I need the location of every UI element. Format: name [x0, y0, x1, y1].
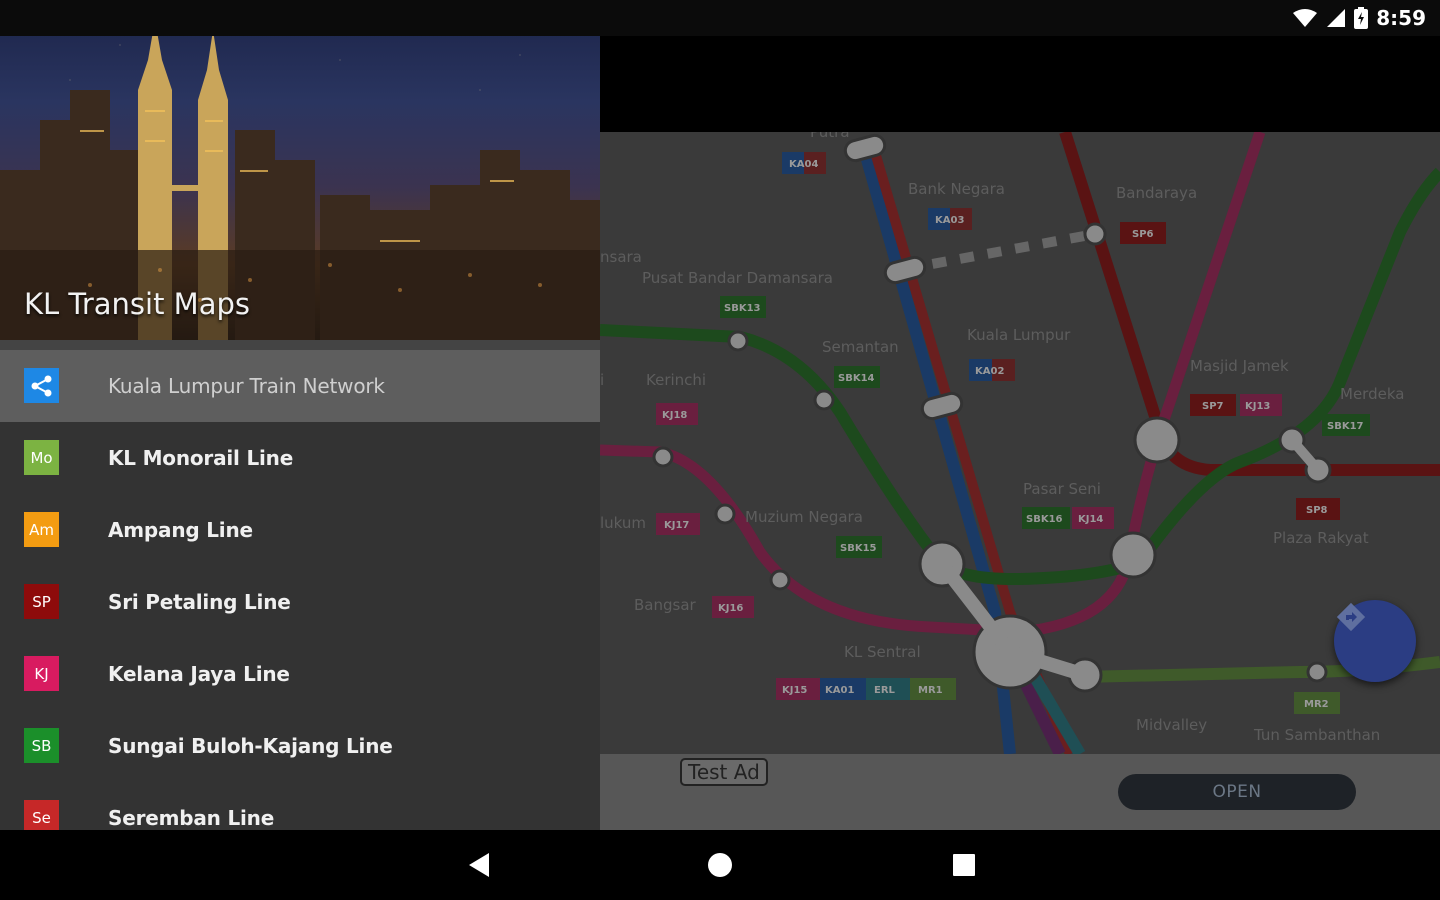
station-tag-sbk13: SBK13 — [724, 303, 761, 314]
menu-item-label: Kelana Jaya Line — [108, 662, 290, 686]
station-node-masjid-jamek — [1133, 416, 1181, 464]
home-button[interactable] — [703, 848, 737, 882]
station-tag-sbk14: SBK14 — [838, 373, 875, 384]
menu-item-kelana-jaya[interactable]: KJ Kelana Jaya Line — [0, 638, 600, 710]
station-label-pasar-seni: Pasar Seni — [1023, 480, 1101, 498]
seremban-badge-icon: Se — [24, 800, 59, 830]
transit-map-canvas: Putra Bank Negara Bandaraya nsara Pusat … — [600, 132, 1440, 754]
menu-item-label: Seremban Line — [108, 806, 275, 830]
menu-item-label: Sri Petaling Line — [108, 590, 291, 614]
ampang-badge-icon: Am — [24, 512, 59, 547]
station-label-midvalley: Midvalley — [1136, 716, 1207, 734]
menu-item-kl-train-network[interactable]: Kuala Lumpur Train Network — [0, 350, 600, 422]
station-node-semantan — [813, 389, 835, 411]
home-icon — [708, 853, 732, 877]
station-tag-sp8: SP8 — [1306, 505, 1328, 516]
station-tag-kj14: KJ14 — [1078, 514, 1103, 525]
station-label-lukum-partial: lukum — [600, 514, 646, 532]
station-label-partial-i: i — [600, 371, 604, 389]
back-icon — [469, 853, 489, 877]
station-tag-kj16: KJ16 — [718, 603, 743, 614]
station-label-kl-sentral: KL Sentral — [844, 643, 921, 661]
station-node-pbd — [727, 330, 749, 352]
directions-icon — [1336, 602, 1366, 632]
navigation-drawer: KL Transit Maps Kuala Lumpur Train Netwo… — [0, 0, 600, 830]
station-tag-ka03: KA03 — [935, 215, 964, 226]
station-node-bangsar — [769, 569, 791, 591]
menu-item-ampang[interactable]: Am Ampang Line — [0, 494, 600, 566]
station-node-pasar-seni — [1109, 531, 1157, 579]
station-node-tun-sambanthan — [1306, 661, 1328, 683]
station-tag-ka01: KA01 — [825, 685, 854, 696]
station-label-tun-sambanthan: Tun Sambanthan — [1253, 726, 1380, 744]
sri-petaling-badge-icon: SP — [24, 584, 59, 619]
station-label-merdeka: Merdeka — [1340, 385, 1404, 403]
station-node-bandaraya — [1083, 222, 1107, 246]
station-tag-ka04: KA04 — [789, 159, 818, 170]
map-line-sri-petaling — [1059, 132, 1440, 476]
menu-item-sungai-buloh-kajang[interactable]: SB Sungai Buloh-Kajang Line — [0, 710, 600, 782]
drawer-title: KL Transit Maps — [24, 287, 250, 321]
sbk-badge-icon: SB — [24, 728, 59, 763]
drawer-header-divider — [0, 340, 600, 350]
app-bar — [600, 36, 1440, 132]
recents-icon — [953, 854, 975, 876]
menu-item-label: Sungai Buloh-Kajang Line — [108, 734, 393, 758]
menu-item-label: Ampang Line — [108, 518, 253, 542]
ad-banner[interactable]: Test Ad OPEN — [600, 754, 1440, 830]
drawer-header: KL Transit Maps — [0, 0, 600, 340]
monorail-badge-icon: Mo — [24, 440, 59, 475]
station-tag-mr1: MR1 — [918, 685, 943, 696]
station-tag-kj13: KJ13 — [1245, 401, 1270, 412]
transit-map[interactable]: Putra Bank Negara Bandaraya nsara Pusat … — [600, 132, 1440, 754]
station-label-bank-negara: Bank Negara — [908, 180, 1005, 198]
menu-item-kl-monorail[interactable]: Mo KL Monorail Line — [0, 422, 600, 494]
station-tag-sbk15: SBK15 — [840, 543, 877, 554]
status-icons: 8:59 — [1292, 6, 1426, 30]
station-label-muzium-negara: Muzium Negara — [745, 508, 863, 526]
station-label-masjid-jamek: Masjid Jamek — [1190, 357, 1289, 375]
wifi-icon — [1293, 9, 1318, 27]
kelana-jaya-badge-icon: KJ — [24, 656, 59, 691]
station-label-bandaraya: Bandaraya — [1116, 184, 1197, 202]
station-node-kerinchi — [652, 446, 674, 468]
app-screen: 8:59 Putra Bank Negara Bandaraya nsara P… — [0, 0, 1440, 900]
station-tag-ka02: KA02 — [975, 366, 1004, 377]
station-tag-sp6: SP6 — [1132, 229, 1154, 240]
station-label-damansara-partial: nsara — [600, 248, 642, 266]
station-node-muzium — [714, 503, 736, 525]
station-tag-sbk16: SBK16 — [1026, 514, 1063, 525]
station-tag-sp7: SP7 — [1202, 401, 1224, 412]
station-label-putra: Putra — [810, 132, 850, 141]
station-tag-erl: ERL — [874, 685, 896, 696]
status-bar: 8:59 — [0, 0, 1440, 36]
station-label-kerinchi: Kerinchi — [646, 371, 706, 389]
map-line-connector — [904, 229, 1096, 274]
battery-icon — [1354, 7, 1369, 29]
system-nav-bar — [0, 830, 1440, 900]
station-label-pbd: Pusat Bandar Damansara — [642, 269, 833, 287]
station-tag-kj18: KJ18 — [662, 410, 687, 421]
station-tag-kj17: KJ17 — [664, 520, 689, 531]
ad-open-button[interactable]: OPEN — [1118, 774, 1356, 810]
station-label-bangsar: Bangsar — [634, 596, 697, 614]
recents-button[interactable] — [947, 848, 981, 882]
status-time: 8:59 — [1376, 6, 1426, 30]
station-tag-mr2: MR2 — [1304, 699, 1329, 710]
station-label-kuala-lumpur: Kuala Lumpur — [967, 326, 1071, 344]
menu-item-label: Kuala Lumpur Train Network — [108, 374, 385, 398]
signal-icon — [1327, 9, 1346, 27]
back-button[interactable] — [462, 848, 496, 882]
station-tag-sbk17: SBK17 — [1327, 421, 1364, 432]
menu-item-seremban[interactable]: Se Seremban Line — [0, 782, 600, 830]
station-label-plaza-rakyat: Plaza Rakyat — [1273, 529, 1369, 547]
directions-fab[interactable] — [1334, 600, 1416, 682]
share-network-icon — [24, 368, 59, 403]
menu-item-label: KL Monorail Line — [108, 446, 294, 470]
station-tag-kj15: KJ15 — [782, 685, 807, 696]
ad-label: Test Ad — [680, 758, 768, 786]
station-label-semantan: Semantan — [822, 338, 899, 356]
menu-item-sri-petaling[interactable]: SP Sri Petaling Line — [0, 566, 600, 638]
